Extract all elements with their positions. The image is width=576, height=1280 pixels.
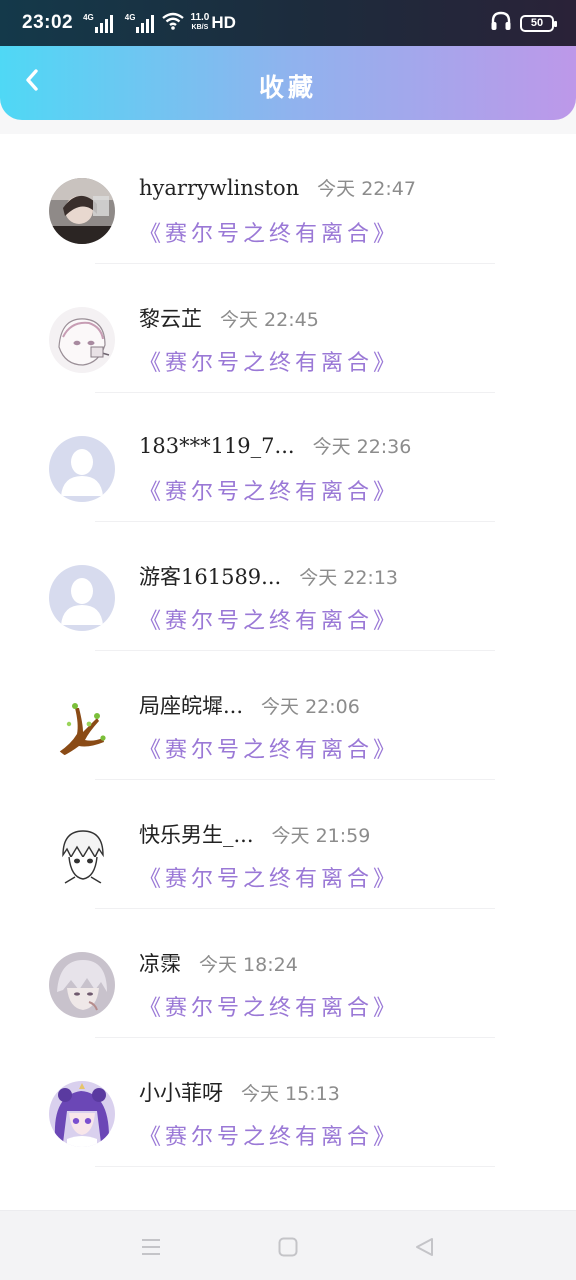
- list-item[interactable]: 183***119_7... 今天 22:36 《赛尔号之终有离合》: [0, 392, 576, 522]
- network-type-label: 4G: [124, 13, 136, 22]
- timestamp: 今天 18:24: [199, 954, 298, 976]
- book-title[interactable]: 《赛尔号之终有离合》: [139, 732, 399, 764]
- app-header: 收藏: [0, 46, 576, 120]
- list-item[interactable]: 游客161589... 今天 22:13 《赛尔号之终有离合》: [0, 521, 576, 651]
- book-title[interactable]: 《赛尔号之终有离合》: [139, 474, 399, 506]
- user-name: 183***119_7...: [139, 434, 295, 458]
- list-item[interactable]: hyarrywlinston 今天 22:47 《赛尔号之终有离合》: [0, 134, 576, 264]
- list-item[interactable]: 小小菲呀 今天 15:13 《赛尔号之终有离合》: [0, 1037, 576, 1167]
- tree-avatar[interactable]: [49, 694, 115, 760]
- wifi-icon: [162, 12, 185, 35]
- back-triangle-icon[interactable]: [410, 1233, 438, 1261]
- system-nav-bar: [0, 1210, 576, 1280]
- timestamp: 今天 22:45: [220, 309, 319, 331]
- book-title[interactable]: 《赛尔号之终有离合》: [139, 603, 399, 635]
- timestamp: 今天 15:13: [241, 1083, 340, 1105]
- speed-unit: KB/S: [191, 24, 209, 31]
- user-name: 凉霂: [139, 952, 181, 976]
- signal-icon: 4G: [125, 13, 157, 33]
- status-time: 23:02: [22, 12, 74, 33]
- book-title[interactable]: 《赛尔号之终有离合》: [139, 1119, 399, 1151]
- photo-avatar[interactable]: [49, 178, 115, 244]
- book-title[interactable]: 《赛尔号之终有离合》: [139, 861, 399, 893]
- user-name: 小小菲呀: [139, 1081, 223, 1105]
- list-item[interactable]: [0, 1166, 576, 1210]
- hd-indicator: HD: [211, 13, 236, 32]
- default-avatar-icon[interactable]: [49, 436, 115, 502]
- network-speed: 11.0 KB/S: [190, 13, 209, 33]
- default-avatar-icon[interactable]: [49, 565, 115, 631]
- anime-purple-avatar[interactable]: [49, 1081, 115, 1147]
- network-type-label: 4G: [83, 13, 94, 22]
- favorites-list: hyarrywlinston 今天 22:47 《赛尔号之终有离合》 黎云芷 今…: [0, 134, 576, 1210]
- headphones-icon: [490, 11, 512, 36]
- signal-icon: 4G: [83, 13, 115, 33]
- list-item[interactable]: 凉霂 今天 18:24 《赛尔号之终有离合》: [0, 908, 576, 1038]
- user-name: 局座皖墀...: [139, 694, 244, 718]
- user-name: 快乐男生_...: [139, 823, 254, 847]
- timestamp: 今天 22:47: [317, 178, 416, 200]
- anime-sketch-avatar[interactable]: [49, 307, 115, 373]
- status-bar: 23:02 4G 4G 11.0 KB/S HD 50: [0, 0, 576, 46]
- user-name: hyarrywlinston: [139, 176, 300, 200]
- timestamp: 今天 21:59: [271, 825, 371, 847]
- list-item[interactable]: 快乐男生_... 今天 21:59 《赛尔号之终有离合》: [0, 779, 576, 909]
- book-title[interactable]: 《赛尔号之终有离合》: [139, 345, 399, 377]
- speed-value: 11.0: [190, 12, 210, 23]
- manga-avatar[interactable]: [49, 823, 115, 889]
- battery-icon: 50: [520, 14, 557, 32]
- list-item[interactable]: 黎云芷 今天 22:45 《赛尔号之终有离合》: [0, 263, 576, 393]
- page-title: 收藏: [258, 73, 317, 102]
- user-name: 黎云芷: [139, 307, 202, 331]
- book-title[interactable]: 《赛尔号之终有离合》: [139, 990, 399, 1022]
- anime-avatar[interactable]: [49, 952, 115, 1018]
- home-square-icon[interactable]: [274, 1233, 302, 1261]
- list-item[interactable]: 局座皖墀... 今天 22:06 《赛尔号之终有离合》: [0, 650, 576, 780]
- timestamp: 今天 22:36: [312, 436, 412, 458]
- user-name: 游客161589...: [139, 565, 282, 589]
- book-title[interactable]: 《赛尔号之终有离合》: [139, 216, 399, 248]
- timestamp: 今天 22:13: [299, 567, 398, 589]
- timestamp: 今天 22:06: [261, 696, 360, 718]
- menu-icon[interactable]: [137, 1233, 165, 1261]
